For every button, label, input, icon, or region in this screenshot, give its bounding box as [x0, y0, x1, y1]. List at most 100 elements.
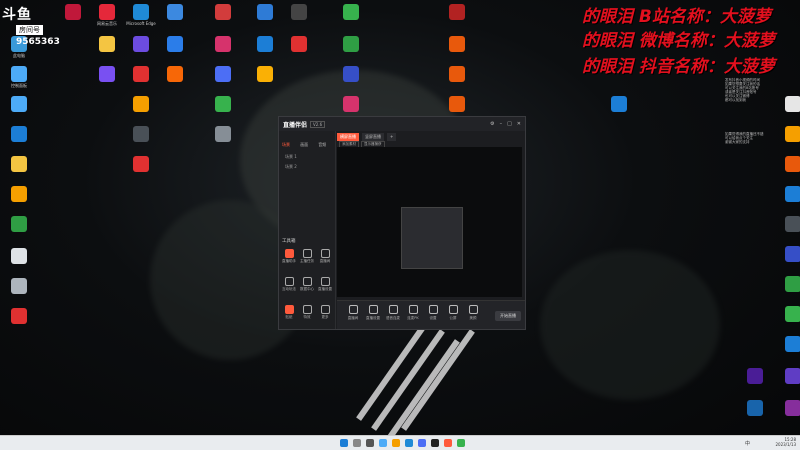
desktop-icon[interactable] — [4, 248, 34, 264]
desktop-icon[interactable] — [126, 156, 156, 172]
desktop-icon[interactable] — [740, 368, 770, 384]
desktop-icon[interactable] — [442, 36, 472, 52]
bottom-tool-pk[interactable]: 连麦PK — [405, 305, 421, 321]
desktop-icon[interactable] — [4, 278, 34, 294]
desktop-icon[interactable] — [284, 36, 314, 52]
douyin-icon[interactable] — [444, 439, 452, 447]
tab-audio[interactable]: 音频 — [318, 142, 326, 148]
tool-host-task[interactable]: 主播任务 — [299, 249, 315, 264]
stream-companion-window[interactable]: 直播伴侣 V2.6 ⚙ – □ ✕ 场景 画面 音频 场景 1 场景 2 工具箱… — [278, 116, 526, 330]
tab-landscape[interactable]: 横屏直播 — [337, 133, 359, 141]
tab-canvas[interactable]: 画面 — [300, 142, 308, 148]
bottom-tool-room[interactable]: 直播间 — [345, 305, 361, 321]
start-icon[interactable] — [340, 439, 348, 447]
settings-icon[interactable]: ⚙ — [490, 121, 494, 127]
tool-data-center[interactable]: 数据中心 — [299, 277, 315, 292]
minimize-icon[interactable]: – — [500, 121, 503, 127]
stream-app-icon[interactable] — [431, 439, 439, 447]
desktop-icon[interactable] — [92, 36, 122, 52]
desktop-icon[interactable] — [126, 36, 156, 52]
desktop-icon[interactable] — [4, 156, 34, 172]
desktop-icon[interactable] — [336, 96, 366, 112]
scene-row[interactable]: 场景 1 — [285, 154, 335, 160]
file-explorer-icon[interactable] — [392, 439, 400, 447]
desktop-icon[interactable] — [4, 308, 34, 324]
desktop-icon[interactable] — [208, 96, 238, 112]
desktop-icon[interactable]: 网易云音乐 — [92, 4, 122, 26]
desktop-icon[interactable] — [442, 66, 472, 82]
desktop-icon[interactable] — [778, 368, 800, 384]
add-tab-button[interactable]: + — [387, 133, 397, 141]
tool-label: 特效 — [303, 315, 311, 319]
tab-portrait[interactable]: 竖屏直播 — [362, 133, 384, 141]
start-live-button[interactable]: 开始直播 — [495, 311, 521, 321]
input-language[interactable]: 中 — [745, 440, 750, 447]
tool-sticker[interactable]: 贴纸 — [281, 305, 297, 320]
left-panel: 场景 画面 音频 场景 1 场景 2 工具箱 直播助手 主播任务 直播间 互动玩… — [279, 131, 336, 329]
wechat-icon[interactable] — [457, 439, 465, 447]
desktop-icon[interactable] — [604, 96, 634, 112]
tool-more[interactable]: 更多 — [317, 305, 333, 320]
desktop-icon[interactable] — [778, 306, 800, 322]
store-icon[interactable] — [418, 439, 426, 447]
bottom-tool-chat[interactable]: 公屏 — [445, 305, 461, 321]
desktop-icon[interactable] — [250, 4, 280, 20]
desktop-icon[interactable] — [160, 36, 190, 52]
desktop-icon[interactable] — [778, 276, 800, 292]
desktop-icon[interactable] — [4, 96, 34, 112]
tab-scene[interactable]: 场景 — [282, 142, 290, 148]
desktop-icon[interactable] — [58, 4, 88, 20]
tool-effects[interactable]: 特效 — [299, 305, 315, 320]
live-preview[interactable] — [337, 147, 522, 297]
desktop-icon[interactable] — [336, 66, 366, 82]
desktop-icon[interactable] — [126, 66, 156, 82]
title-bar[interactable]: 直播伴侣 V2.6 ⚙ – □ ✕ — [279, 117, 525, 131]
desktop-icon[interactable] — [4, 186, 34, 202]
desktop-icon[interactable] — [778, 96, 800, 112]
maximize-icon[interactable]: □ — [507, 121, 512, 127]
desktop-icon[interactable] — [160, 4, 190, 20]
desktop-icon[interactable] — [250, 66, 280, 82]
bottom-tool-beauty[interactable]: 美颜 — [465, 305, 481, 321]
bottom-tool-config[interactable]: 设置 — [425, 305, 441, 321]
desktop-icon[interactable] — [442, 4, 472, 20]
desktop-icon[interactable] — [778, 186, 800, 202]
edge-icon[interactable] — [405, 439, 413, 447]
task-view-icon[interactable] — [366, 439, 374, 447]
tool-live-room[interactable]: 直播间 — [317, 249, 333, 264]
desktop-icon[interactable] — [208, 36, 238, 52]
desktop-icon[interactable] — [336, 36, 366, 52]
desktop-icon[interactable] — [4, 216, 34, 232]
desktop-icon[interactable] — [284, 4, 314, 20]
desktop-icon[interactable] — [92, 66, 122, 82]
desktop-icon[interactable] — [778, 336, 800, 352]
desktop-icon[interactable] — [126, 126, 156, 142]
widgets-icon[interactable] — [379, 439, 387, 447]
desktop-icon[interactable] — [160, 66, 190, 82]
desktop-icon[interactable]: 控制面板 — [4, 66, 34, 88]
desktop-icon[interactable] — [126, 96, 156, 112]
bottom-tool-voice[interactable]: 语音连麦 — [385, 305, 401, 321]
system-clock[interactable]: 15:28 2023/1/13 — [775, 437, 796, 447]
desktop-icon[interactable] — [740, 400, 770, 416]
desktop-icon[interactable] — [336, 4, 366, 20]
tool-live-settings[interactable]: 直播设置 — [317, 277, 333, 292]
desktop-icon[interactable] — [208, 126, 238, 142]
desktop-icon[interactable] — [778, 216, 800, 232]
desktop-icon[interactable] — [778, 126, 800, 142]
tool-live-helper[interactable]: 直播助手 — [281, 249, 297, 264]
desktop-icon[interactable] — [778, 246, 800, 262]
bottom-tool-settings[interactable]: 直播设置 — [365, 305, 381, 321]
desktop-icon[interactable] — [208, 66, 238, 82]
desktop-icon[interactable] — [250, 36, 280, 52]
desktop-icon[interactable] — [778, 400, 800, 416]
desktop-icon[interactable] — [4, 126, 34, 142]
desktop-icon[interactable]: Microsoft Edge — [126, 4, 156, 26]
close-icon[interactable]: ✕ — [517, 121, 521, 127]
desktop-icon[interactable] — [778, 156, 800, 172]
search-icon[interactable] — [353, 439, 361, 447]
desktop-icon[interactable] — [442, 96, 472, 112]
desktop-icon[interactable] — [208, 4, 238, 20]
scene-row[interactable]: 场景 2 — [285, 164, 335, 170]
tool-interaction[interactable]: 互动玩法 — [281, 277, 297, 292]
